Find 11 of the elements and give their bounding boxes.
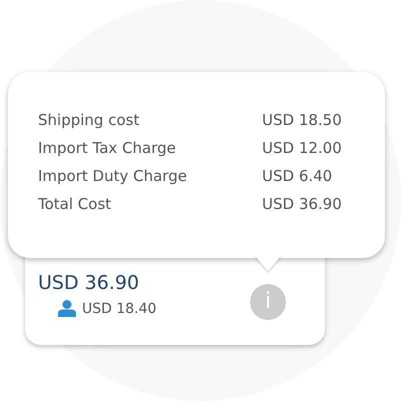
cost-value: USD 6.40 [262, 166, 332, 187]
cost-label: Import Tax Charge [38, 138, 177, 159]
cost-label: Import Duty Charge [38, 166, 188, 187]
cost-label: Shipping cost [38, 110, 140, 131]
cost-value: USD 36.90 [262, 194, 342, 215]
person-icon [58, 300, 76, 317]
cost-label: Total Cost [38, 194, 112, 215]
total-price: USD 36.90 [38, 271, 140, 296]
cost-value: USD 18.50 [262, 110, 342, 131]
per-person-price: USD 18.40 [82, 300, 156, 316]
cost-value: USD 12.00 [262, 138, 342, 159]
